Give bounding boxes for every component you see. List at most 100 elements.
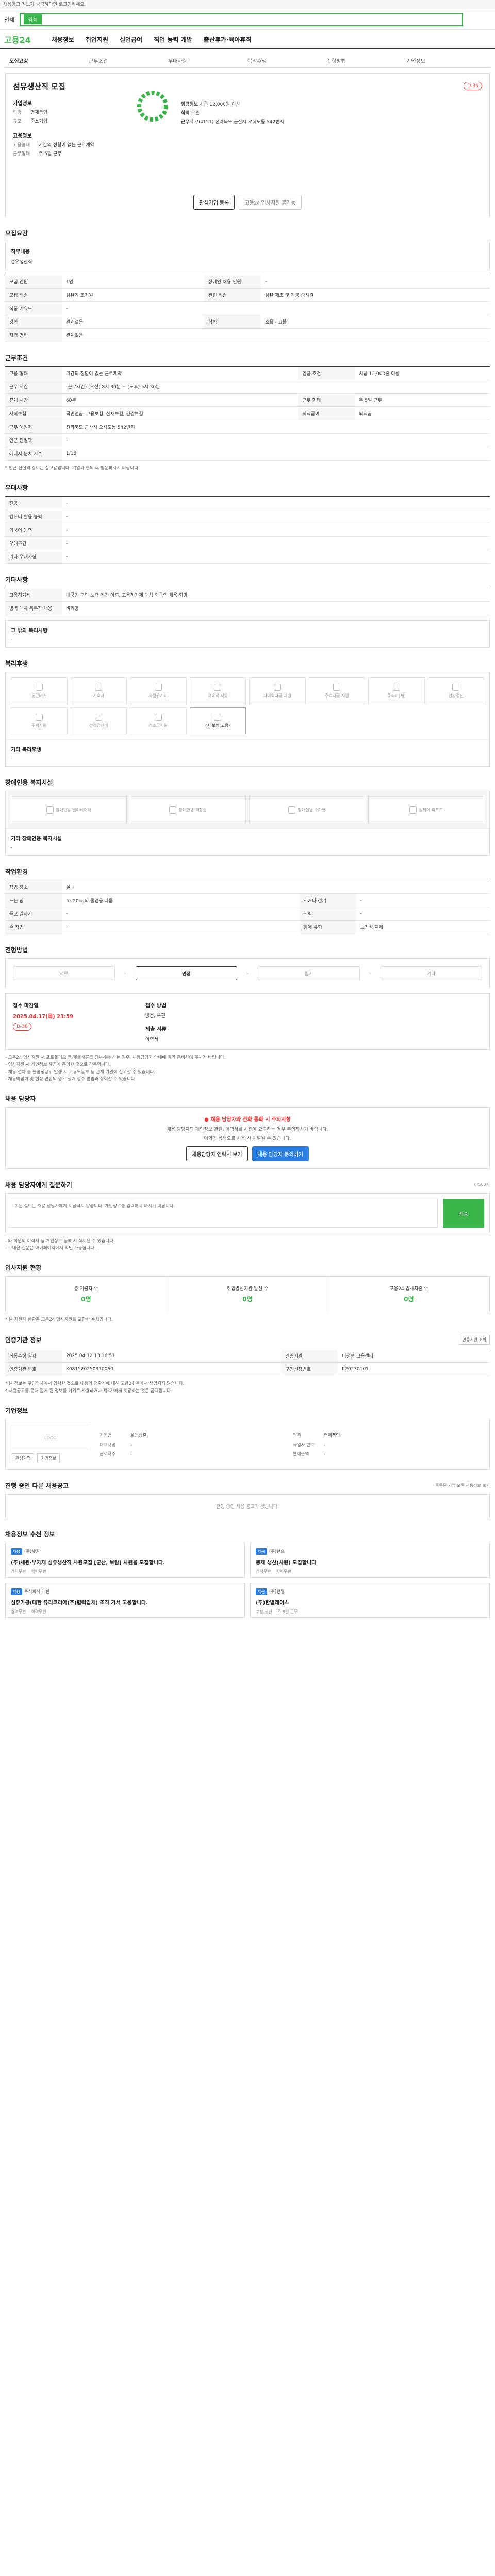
table-row: 고용 형태 기간의 정함이 없는 근로계약 임금 조건 시급 12,000원 이상 — [5, 366, 490, 380]
etc-table: 고용허가제 내국인 구인 노력 기간 이후, 고용허가제 대상 외국인 채용 희망… — [5, 588, 490, 615]
stat-online: 고용24 입사지원 수 0명 — [389, 1286, 428, 1303]
gnb-item-leave[interactable]: 출산휴가·육아휴직 — [204, 35, 252, 44]
search-button[interactable]: 검색 — [24, 14, 42, 24]
show-contact-button[interactable]: 채용담당자 연락처 보기 — [186, 1146, 248, 1161]
recommend-card[interactable]: 채용 (주)한별 (주)한별레이스 포장 생산 주 5일 근무 — [250, 1583, 490, 1618]
chevron-right-icon: › — [246, 970, 249, 976]
gnb-item-training[interactable]: 직업 능력 개발 — [154, 35, 192, 44]
tab-work[interactable]: 근무조건 — [89, 57, 168, 64]
manager-warning: ● 채용 담당자와 전화 통화 시 주의사항 — [204, 1117, 291, 1123]
deadline-value: 2025.04.17(목) 23:59 — [13, 1014, 73, 1020]
section-title-manager: 채용 담당자 — [5, 1095, 36, 1103]
top-notice: 채용공고 정보가 궁금하다면 로그인하세요. — [0, 0, 495, 9]
qna-send-button[interactable]: 전송 — [443, 1199, 484, 1228]
manager-box: ● 채용 담당자와 전화 통화 시 주의사항 채용 담당자와 개인정보 관련, … — [5, 1107, 490, 1169]
section-title-qna: 채용 담당자에게 질문하기 — [5, 1181, 72, 1189]
recommend-card[interactable]: 채용 주식회사 대한 섬유가공(대한 유리코리아(주)협력업체) 조직 가서 고용… — [5, 1583, 245, 1618]
table-row: 컴퓨터 활용 능력 - — [5, 510, 490, 523]
welfare-grid: 통근버스 기숙사 차량유지비 교육비 지원 자녀학자금 지원 주택자금 지원 중식비(제) 건… — [6, 672, 489, 739]
welfare-icon — [35, 713, 43, 721]
table-row: 인증기관 번호 K081520250310060 구인신청번호 K20230101 — [5, 1362, 490, 1376]
section-title-work: 근무조건 — [5, 354, 28, 362]
interest-company-button[interactable]: 관심기업 등록 — [193, 195, 235, 210]
recommend-card[interactable]: 채용 (주)한솔 봉제 생산(사원) 모집합니다 경력무관 학력무관 — [250, 1543, 490, 1578]
table-row: 외국어 능력 - — [5, 523, 490, 537]
site-logo[interactable]: 고용24 — [4, 33, 31, 45]
tab-welfare[interactable]: 복리후생 — [248, 57, 327, 64]
table-row: 손 작업 - 장애 유형 보전성 지체 — [5, 920, 490, 934]
table-row: 경력 관계없음 학력 초졸 - 고졸 — [5, 315, 490, 329]
header-info: 임금정보 시급 12,000원 이상 학력 무관 근무지 (54151) 전라북… — [181, 102, 284, 125]
elevator-icon — [46, 806, 54, 814]
search-input[interactable]: 검색 — [20, 12, 464, 26]
badge-icon: 채용 — [11, 1588, 22, 1595]
company-logo: LOGO — [12, 1426, 89, 1450]
recommend-card[interactable]: 채용 (주)세원 (주)세원·부자재 섬유생산직 사원모집 [군산, 보람] 사원… — [5, 1543, 245, 1578]
table-row: 모집 인원 1명 장애인 채용 인원 - — [5, 275, 490, 289]
contact-manager-button[interactable]: 채용 담당자 문의하기 — [252, 1146, 309, 1161]
table-row: 전공 - — [5, 496, 490, 510]
welfare-item: 4대보험(고용) — [189, 707, 246, 734]
chevron-right-icon: › — [124, 970, 126, 976]
facility-item: 휠체어 리프트 — [368, 796, 484, 823]
gnb-item-benefit[interactable]: 실업급여 — [120, 35, 142, 44]
wheelchair-icon — [409, 806, 417, 814]
section-title-company: 기업정보 — [5, 1407, 28, 1414]
badge-icon: 채용 — [11, 1548, 22, 1555]
info-notes: * 본 정보는 구인업체에서 입력한 것으로 내용의 정확성에 대해 고용24 … — [5, 1381, 185, 1394]
welfare-item: 자녀학자금 지원 — [249, 677, 306, 704]
work-table: 고용 형태 기간의 정함이 없는 근로계약 임금 조건 시급 12,000원 이상 근… — [5, 366, 490, 461]
section-title-recruit: 모집요강 — [5, 230, 28, 237]
tab-process[interactable]: 전형방법 — [327, 57, 406, 64]
table-row: 근무 예정지 전라북도 군산시 오식도동 542번지 — [5, 420, 490, 434]
table-row: 드는 힘 5~20kg의 물건을 다룸 서거나 걷기 - — [5, 893, 490, 907]
table-row: 인근 전철역 - — [5, 433, 490, 447]
table-row: 에너지 눈치 지수 1/18 — [5, 447, 490, 461]
welfare-item: 차량유지비 — [130, 677, 187, 704]
welfare-item: 교육비 지원 — [189, 677, 246, 704]
welfare-item: 건강검진 — [427, 677, 484, 704]
process-steps: 서류 › 면접 › 필기 › 기타 — [6, 959, 489, 988]
recruit-table: 모집 인원 1명 장애인 채용 인원 - 모집 직종 섬유기 조작원 관련 직종 섬유 제조… — [5, 275, 490, 342]
facility-item: 장애인용 엘리베이터 — [11, 796, 127, 823]
company-info-button[interactable]: 기업정보 — [37, 1453, 60, 1463]
dday-badge: D-36 — [13, 1023, 31, 1031]
welfare-item: 경조금지원 — [130, 707, 187, 734]
qna-textarea[interactable] — [11, 1199, 438, 1228]
welfare-item: 주택지원 — [11, 707, 68, 734]
info-lookup-button[interactable]: 인증기관 조회 — [458, 1335, 490, 1345]
section-title-welfare: 복리후생 — [5, 660, 28, 667]
welfare-icon — [273, 683, 281, 691]
gnb-item-jobs[interactable]: 채용정보 — [52, 35, 74, 44]
interest-company-small-button[interactable]: 관심기업 — [12, 1453, 35, 1463]
tab-company[interactable]: 기업정보 — [406, 57, 486, 64]
badge-icon: 채용 — [256, 1548, 267, 1555]
step-other: 기타 — [380, 966, 482, 980]
pref-table: 전공 - 컴퓨터 활용 능력 - 외국어 능력 - 우대조건 - 기타 우대사항 - — [5, 496, 490, 564]
facility-item: 장애인용 화장실 — [130, 796, 246, 823]
tab-pref[interactable]: 우대사항 — [168, 57, 248, 64]
company-box: LOGO 관심기업 기업정보 기업명 화영섬유 업종 면제품업 대표자명 - 사업자 … — [5, 1419, 490, 1470]
ongoing-link[interactable]: 등록된 기업 모든 채용정보 보기 — [435, 1483, 490, 1488]
welfare-icon — [333, 683, 341, 691]
deadline-box: 접수 마감일 2025.04.17(목) 23:59 D-36 접수 방법 방문… — [5, 993, 490, 1050]
section-title-etc: 기타사항 — [5, 576, 28, 583]
parking-icon — [288, 806, 296, 814]
table-row: 듣고 말하기 - 시력 - — [5, 907, 490, 921]
gnb-item-support[interactable]: 취업지원 — [86, 35, 108, 44]
section-title-info: 인증기관 정보 — [5, 1336, 42, 1344]
search-category-select[interactable]: 전체 — [4, 15, 14, 24]
process-box: 서류 › 면접 › 필기 › 기타 — [5, 958, 490, 988]
welfare-icon — [452, 683, 460, 691]
detail-tabs: 모집요강 근무조건 우대사항 복리후생 전형방법 기업정보 — [5, 54, 490, 68]
chevron-right-icon: › — [369, 970, 371, 976]
table-row: 고용허가제 내국인 구인 노력 기간 이후, 고용허가제 대상 외국인 채용 희망 — [5, 588, 490, 602]
welfare-item: 건강검진비 — [70, 707, 127, 734]
recommend-grid: 채용 (주)세원 (주)세원·부자재 섬유생산직 사원모집 [군산, 보람] 사원… — [5, 1543, 490, 1618]
step-interview: 면접 — [135, 966, 237, 980]
tab-recruit[interactable]: 모집요강 — [9, 57, 89, 64]
qna-notes: - 타 회원의 이력서 등 개인정보 등록 시 삭제될 수 있습니다. - 보내… — [5, 1239, 115, 1251]
apply-disabled-button[interactable]: 고용24 입사지원 불가능 — [239, 195, 302, 210]
search-bar: 전체 검색 — [0, 9, 495, 30]
welfare-icon — [95, 713, 103, 721]
